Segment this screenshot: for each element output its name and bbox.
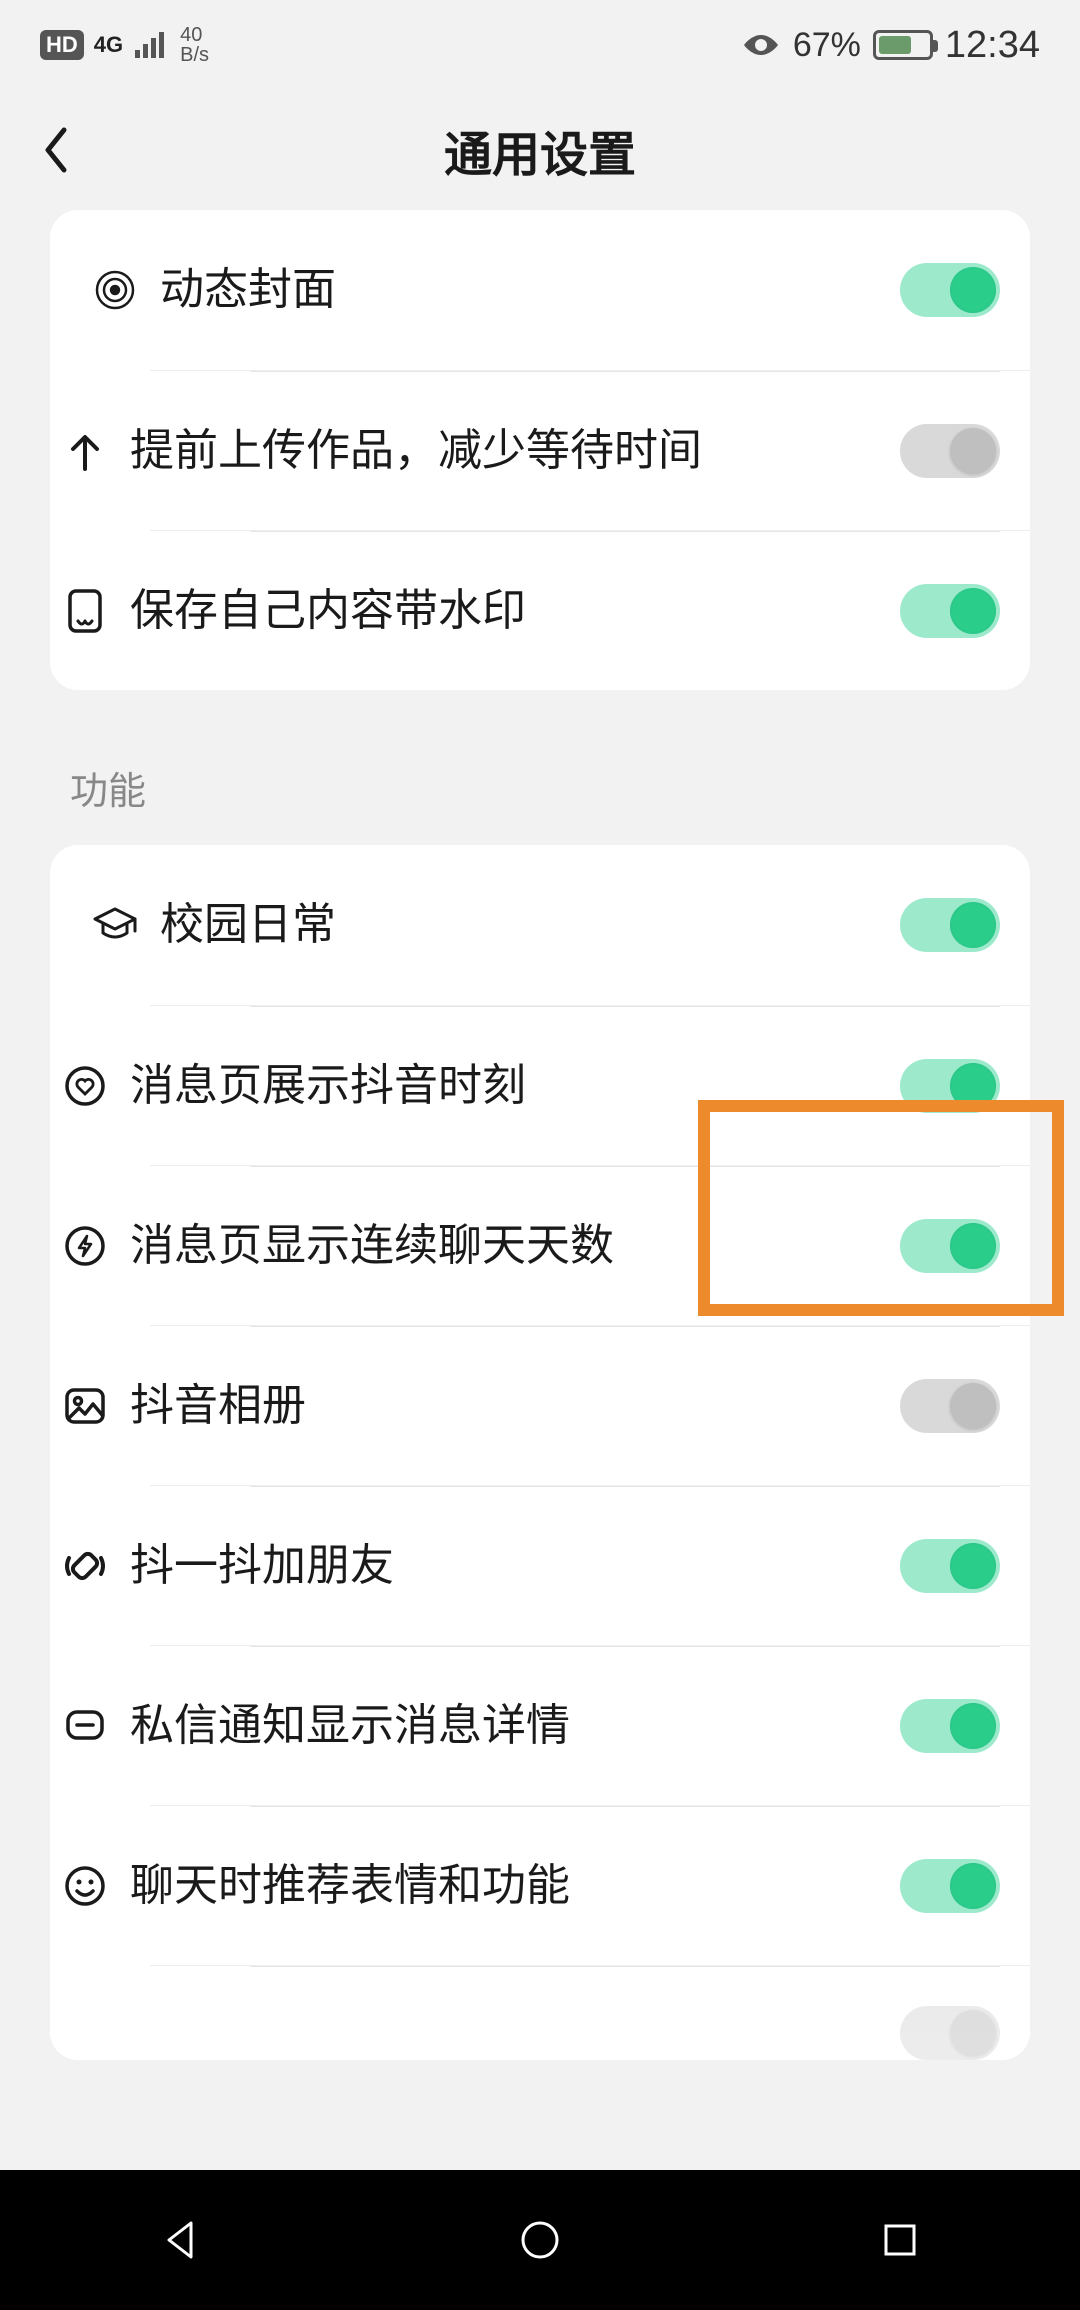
setting-label: 聊天时推荐表情和功能	[120, 1855, 900, 1917]
setting-label: 消息页显示连续聊天天数	[120, 1215, 900, 1277]
page-title: 通用设置	[0, 115, 1080, 185]
setting-emoji-suggest[interactable]: 聊天时推荐表情和功能	[150, 1805, 1030, 1965]
nav-recent-button[interactable]	[860, 2200, 940, 2280]
hd-badge: HD	[40, 30, 84, 60]
back-button[interactable]	[40, 126, 100, 174]
clock: 12:34	[945, 24, 1040, 67]
toggle-album[interactable]	[900, 1379, 1000, 1433]
setting-douyin-moments[interactable]: 消息页展示抖音时刻	[150, 1005, 1030, 1165]
settings-group-1: 动态封面 提前上传作品，减少等待时间 保存自己内容带水印	[50, 210, 1030, 690]
setting-label: 提前上传作品，减少等待时间	[120, 420, 900, 482]
setting-dm-detail[interactable]: 私信通知显示消息详情	[150, 1645, 1030, 1805]
toggle-douyin-moments[interactable]	[900, 1059, 1000, 1113]
face-icon	[50, 1864, 120, 1908]
eye-icon	[741, 31, 781, 59]
setting-label: 校园日常	[150, 894, 900, 956]
android-nav-bar	[0, 2170, 1080, 2310]
setting-label: 抖一抖加朋友	[120, 1535, 900, 1597]
network-indicator: 4G	[94, 35, 123, 55]
target-icon	[80, 268, 150, 312]
chat-icon	[50, 1706, 120, 1746]
status-bar: HD 4G 40B/s 67% 12:34	[0, 0, 1080, 90]
data-speed: 40B/s	[180, 25, 209, 65]
setting-campus[interactable]: 校园日常	[50, 845, 1030, 1005]
setting-dynamic-cover[interactable]: 动态封面	[50, 210, 1030, 370]
watermark-icon	[50, 587, 120, 635]
toggle-shake-friend[interactable]	[900, 1539, 1000, 1593]
bolt-icon	[50, 1224, 120, 1268]
toggle-partial[interactable]	[900, 2006, 1000, 2060]
toggle-watermark[interactable]	[900, 584, 1000, 638]
setting-label: 动态封面	[150, 259, 900, 321]
toggle-dynamic-cover[interactable]	[900, 263, 1000, 317]
setting-preupload[interactable]: 提前上传作品，减少等待时间	[150, 370, 1030, 530]
setting-partial[interactable]	[150, 1965, 1030, 2060]
toggle-emoji-suggest[interactable]	[900, 1859, 1000, 1913]
toggle-preupload[interactable]	[900, 424, 1000, 478]
toggle-chat-streak[interactable]	[900, 1219, 1000, 1273]
setting-chat-streak[interactable]: 消息页显示连续聊天天数	[150, 1165, 1030, 1325]
gradcap-icon	[80, 905, 150, 945]
setting-label: 保存自己内容带水印	[120, 580, 900, 642]
signal-bars-icon	[135, 32, 164, 58]
heart-circle-icon	[50, 1064, 120, 1108]
setting-label: 消息页展示抖音时刻	[120, 1055, 900, 1117]
upload-icon	[50, 429, 120, 473]
section-label-features: 功能	[50, 690, 1030, 845]
setting-label: 抖音相册	[120, 1375, 900, 1437]
settings-group-2: 校园日常 消息页展示抖音时刻 消息页显示连续聊天天数	[50, 845, 1030, 2060]
nav-home-button[interactable]	[500, 2200, 580, 2280]
shake-icon	[50, 1544, 120, 1588]
setting-label: 私信通知显示消息详情	[120, 1695, 900, 1757]
toggle-campus[interactable]	[900, 898, 1000, 952]
battery-percent: 67%	[793, 26, 861, 65]
app-header: 通用设置	[0, 90, 1080, 210]
photo-icon	[50, 1386, 120, 1426]
setting-album[interactable]: 抖音相册	[150, 1325, 1030, 1485]
setting-shake-friend[interactable]: 抖一抖加朋友	[150, 1485, 1030, 1645]
nav-back-button[interactable]	[140, 2200, 220, 2280]
battery-icon	[873, 30, 933, 60]
toggle-dm-detail[interactable]	[900, 1699, 1000, 1753]
setting-watermark[interactable]: 保存自己内容带水印	[150, 530, 1030, 690]
